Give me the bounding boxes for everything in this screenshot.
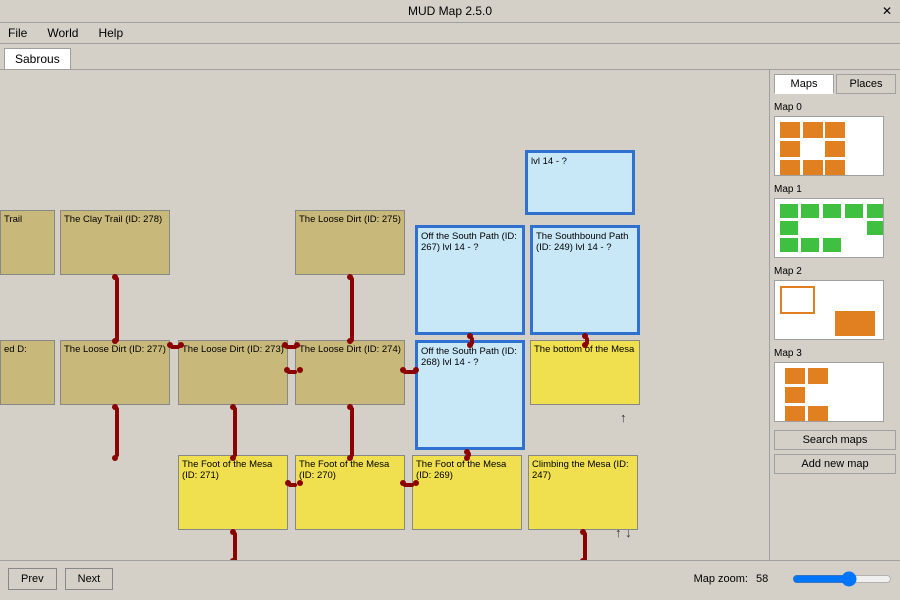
connector — [115, 277, 119, 342]
sidebar: Maps Places Map 0 Map 1 — [770, 70, 900, 560]
sidebar-tab-places[interactable]: Places — [836, 74, 896, 94]
room-r-270[interactable]: The Foot of the Mesa (ID: 270) — [295, 455, 405, 530]
zoom-value: 58 — [756, 573, 784, 585]
zoom-label: Map zoom: — [694, 573, 748, 585]
map-2-label: Map 2 — [774, 266, 896, 277]
connector-dot — [467, 342, 473, 348]
connector-dot — [347, 274, 353, 280]
room-r-277[interactable]: The Loose Dirt (ID: 277) — [60, 340, 170, 405]
connector-dot — [297, 367, 303, 373]
map-3-canvas[interactable] — [774, 362, 884, 422]
connector-dot — [464, 455, 470, 461]
connector-dot — [580, 558, 586, 560]
room-r-273[interactable]: The Loose Dirt (ID: 273) — [178, 340, 288, 405]
connector-dot — [580, 529, 586, 535]
room-r-lvl14top[interactable]: lvl 14 - ? — [525, 150, 635, 215]
next-button[interactable]: Next — [65, 568, 114, 590]
connector-dot — [467, 333, 473, 339]
search-maps-button[interactable]: Search maps — [774, 430, 896, 450]
connector-dot — [178, 342, 184, 348]
room-r-trail[interactable]: Trail — [0, 210, 55, 275]
sidebar-tabs: Maps Places — [774, 74, 896, 94]
connector-dot — [400, 480, 406, 486]
connector-dot — [347, 338, 353, 344]
room-r-lvl-left[interactable]: ed D: — [0, 340, 55, 405]
close-button[interactable]: ✕ — [882, 4, 892, 18]
menu-bar: File World Help — [0, 23, 900, 44]
connector-dot — [230, 455, 236, 461]
connector — [350, 407, 354, 457]
menu-file[interactable]: File — [4, 25, 31, 41]
map-2-canvas[interactable] — [774, 280, 884, 340]
connector-dot — [112, 404, 118, 410]
map-1-thumbnail: Map 1 — [774, 184, 896, 258]
connector-dot — [347, 404, 353, 410]
connector-dot — [230, 404, 236, 410]
menu-world[interactable]: World — [43, 25, 82, 41]
connector-dot — [230, 558, 236, 560]
menu-help[interactable]: Help — [94, 25, 127, 41]
tab-bar: Sabrous — [0, 44, 900, 70]
zoom-slider[interactable] — [792, 571, 892, 587]
connector-dot — [347, 455, 353, 461]
title-bar: MUD Map 2.5.0 ✕ — [0, 0, 900, 23]
room-r-275[interactable]: The Loose Dirt (ID: 275) — [295, 210, 405, 275]
connector-dot — [112, 455, 118, 461]
room-r-267[interactable]: Off the South Path (ID: 267) lvl 14 - ? — [415, 225, 525, 335]
connector-dot — [413, 480, 419, 486]
connector-dot — [112, 274, 118, 280]
connector-dot — [282, 342, 288, 348]
connector-dot — [167, 342, 173, 348]
room-r-269[interactable]: The Foot of the Mesa (ID: 269) — [412, 455, 522, 530]
connector-dot — [284, 367, 290, 373]
connector — [350, 277, 354, 342]
map-0-canvas[interactable] — [774, 116, 884, 176]
room-r-249[interactable]: The Southbound Path (ID: 249) lvl 14 - ? — [530, 225, 640, 335]
map-0-label: Map 0 — [774, 102, 896, 113]
connector-dot — [230, 529, 236, 535]
room-r-274[interactable]: The Loose Dirt (ID: 274) — [295, 340, 405, 405]
room-r-271[interactable]: The Foot of the Mesa (ID: 271) — [178, 455, 288, 530]
connector — [233, 532, 237, 560]
main-area: ↑ ↑ ↓ TrailThe Clay Trail (ID: 278)The L… — [0, 70, 900, 560]
map-1-label: Map 1 — [774, 184, 896, 195]
map-3-label: Map 3 — [774, 348, 896, 359]
map-1-canvas[interactable] — [774, 198, 884, 258]
connector-dot — [285, 480, 291, 486]
connector-dot — [413, 367, 419, 373]
map-canvas[interactable]: ↑ ↑ ↓ TrailThe Clay Trail (ID: 278)The L… — [0, 70, 770, 560]
map-3-thumbnail: Map 3 — [774, 348, 896, 422]
map-0-thumbnail: Map 0 — [774, 102, 896, 176]
room-r-268[interactable]: Off the South Path (ID: 268) lvl 14 - ? — [415, 340, 525, 450]
connector-dot — [112, 338, 118, 344]
connector-dot — [582, 333, 588, 339]
connector-dot — [297, 480, 303, 486]
room-r-mesa-bottom[interactable]: The bottom of the Mesa — [530, 340, 640, 405]
connector-dot — [400, 367, 406, 373]
connector — [583, 532, 587, 560]
room-r-247[interactable]: Climbing the Mesa (ID: 247) — [528, 455, 638, 530]
room-r-278[interactable]: The Clay Trail (ID: 278) — [60, 210, 170, 275]
tab-sabrous[interactable]: Sabrous — [4, 48, 71, 69]
connector — [115, 407, 119, 457]
connector — [233, 407, 237, 457]
connector-dot — [582, 342, 588, 348]
connector-dot — [294, 342, 300, 348]
footer: Prev Next Map zoom: 58 — [0, 560, 900, 596]
arrow-up: ↑ — [620, 410, 627, 425]
app-title: MUD Map 2.5.0 — [408, 4, 492, 18]
sidebar-tab-maps[interactable]: Maps — [774, 74, 834, 94]
prev-button[interactable]: Prev — [8, 568, 57, 590]
add-new-map-button[interactable]: Add new map — [774, 454, 896, 474]
map-2-thumbnail: Map 2 — [774, 266, 896, 340]
